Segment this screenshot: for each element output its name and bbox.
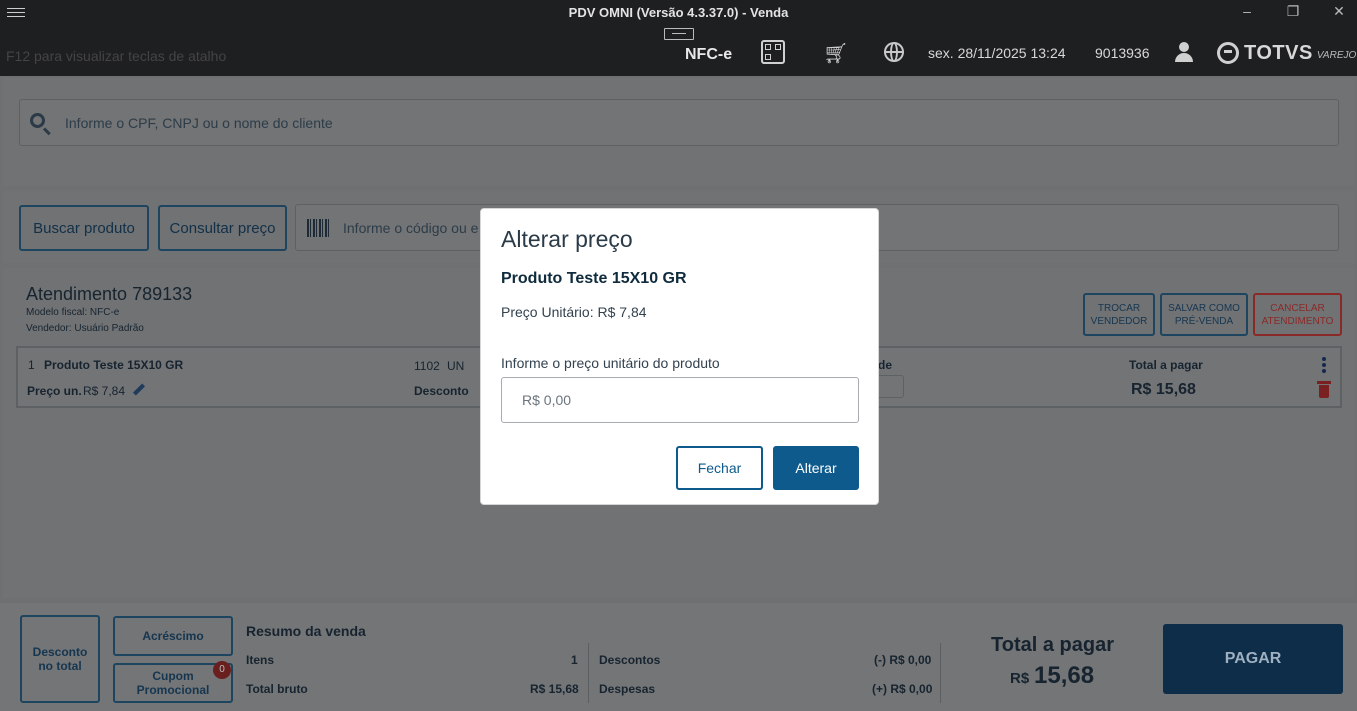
summary-divider xyxy=(940,643,941,703)
save-presale-button[interactable]: SALVAR COMO PRÉ-VENDA xyxy=(1160,293,1248,336)
attendance-title: Atendimento 789133 xyxy=(26,284,193,304)
discount-label: Desconto xyxy=(414,384,469,398)
expenses-label: Despesas xyxy=(599,682,656,696)
total-to-pay-label: Total a pagar xyxy=(991,634,1114,656)
item-name: Produto Teste 15X10 GR xyxy=(44,358,184,372)
dialog-title: Alterar preço xyxy=(501,226,633,252)
trash-icon[interactable] xyxy=(1317,381,1331,398)
shortcut-hint: F12 para visualizar teclas de atalho xyxy=(6,48,227,64)
total-to-pay-value: 15,68 xyxy=(1034,662,1095,689)
qr-code-icon[interactable] xyxy=(761,40,785,64)
discount-total-button[interactable]: Desconto no total xyxy=(20,615,100,703)
check-price-button[interactable]: Consultar preço xyxy=(158,205,287,251)
brand-logo: TOTVS VAREJO xyxy=(1217,41,1356,65)
doc-type-label: NFC-e xyxy=(685,46,733,63)
unit-price-input[interactable] xyxy=(501,377,859,423)
cancel-attendance-button[interactable]: CANCELAR ATENDIMENTO xyxy=(1253,293,1342,336)
totvs-logo-icon xyxy=(1217,42,1239,64)
keyboard-icon[interactable] xyxy=(664,28,694,40)
globe-icon[interactable] xyxy=(884,42,904,62)
change-price-dialog: Alterar preço Produto Teste 15X10 GR Pre… xyxy=(480,208,879,505)
discounts-value: (-) R$ 0,00 xyxy=(874,653,932,667)
items-label: Itens xyxy=(246,653,275,667)
items-value: 1 xyxy=(571,653,578,667)
barcode-icon xyxy=(307,219,329,237)
confirm-change-button[interactable]: Alterar xyxy=(773,446,859,490)
item-index: 1 xyxy=(28,358,35,372)
pay-button[interactable]: PAGAR xyxy=(1163,624,1343,694)
close-button[interactable]: Fechar xyxy=(676,446,763,490)
gross-total-label: Total bruto xyxy=(246,682,308,696)
discounts-label: Descontos xyxy=(599,653,661,667)
item-total-label: Total a pagar xyxy=(1129,358,1203,372)
price-input-label: Informe o preço unitário do produto xyxy=(501,355,720,371)
unit-price-label: Preço un. xyxy=(27,384,82,398)
cart-icon[interactable]: 🛒︎ xyxy=(823,41,848,66)
more-options-icon[interactable] xyxy=(1322,357,1328,373)
seller-name: Vendedor: Usuário Padrão xyxy=(26,323,144,334)
summary-divider xyxy=(588,643,589,703)
restore-button[interactable]: ❐ xyxy=(1282,3,1304,21)
fiscal-model: Modelo fiscal: NFC-e xyxy=(26,307,120,318)
change-seller-button[interactable]: TROCAR VENDEDOR xyxy=(1083,293,1155,336)
operator-id: 9013936 xyxy=(1095,45,1150,61)
dialog-product-name: Produto Teste 15X10 GR xyxy=(501,270,687,287)
minimize-button[interactable]: – xyxy=(1236,3,1258,21)
coupon-count-badge: 0 xyxy=(213,661,231,679)
window-title: PDV OMNI (Versão 4.3.37.0) - Venda xyxy=(568,5,789,20)
close-window-button[interactable]: ✕ xyxy=(1328,3,1350,21)
summary-title: Resumo da venda xyxy=(246,623,366,639)
item-total-value: R$ 15,68 xyxy=(1131,381,1196,398)
quantity-label: de xyxy=(878,358,893,372)
datetime: sex. 28/11/2025 13:24 xyxy=(928,45,1066,61)
surcharge-button[interactable]: Acréscimo xyxy=(113,616,233,656)
edit-price-pencil-icon[interactable] xyxy=(132,384,144,396)
item-code: 1102 xyxy=(414,359,440,373)
gross-total-value: R$ 15,68 xyxy=(530,682,579,696)
search-product-button[interactable]: Buscar produto xyxy=(19,205,149,251)
title-bar: PDV OMNI (Versão 4.3.37.0) - Venda – ❐ ✕… xyxy=(0,0,1357,76)
dialog-unit-price: Preço Unitário: R$ 7,84 xyxy=(501,304,647,320)
total-currency: R$ xyxy=(1010,670,1030,687)
user-icon[interactable] xyxy=(1175,42,1193,62)
item-unit: UN xyxy=(447,359,465,373)
client-search-placeholder: Informe o CPF, CNPJ ou o nome do cliente xyxy=(65,115,333,131)
expenses-value: (+) R$ 0,00 xyxy=(872,682,933,696)
search-icon xyxy=(30,113,45,128)
unit-price-value: R$ 7,84 xyxy=(83,384,126,398)
product-code-placeholder: Informe o código ou e xyxy=(343,220,479,236)
